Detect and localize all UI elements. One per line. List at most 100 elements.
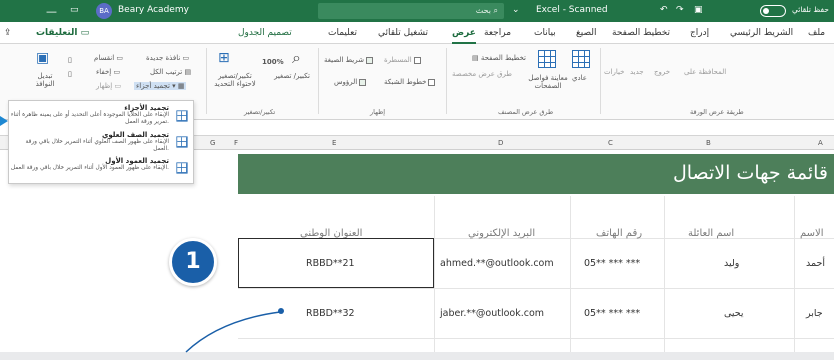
ribbon-divider (446, 48, 447, 114)
zoom-100-button[interactable]: 100% (262, 58, 284, 66)
sync-scroll-icon[interactable]: ▯ (68, 56, 72, 64)
restore-icon[interactable]: ▭ (70, 5, 79, 15)
tab-automate[interactable]: تشغيل تلقائي (378, 28, 428, 38)
switch-windows-button[interactable]: تبديل النوافذ (30, 72, 60, 88)
freeze-panes-icon (176, 110, 188, 122)
column-header[interactable]: D (498, 139, 503, 147)
column-header[interactable]: B (706, 139, 711, 147)
file-name: Excel - Scanned (536, 5, 608, 15)
cell-email[interactable]: jaber.**@outlook.com (440, 308, 544, 319)
switch-windows-icon[interactable]: ▣ (36, 50, 49, 66)
cell-last-name[interactable]: وليد (724, 258, 739, 269)
ribbon-divider (206, 48, 207, 114)
tab-insert[interactable]: إدراج (690, 28, 709, 38)
show-group-label: إظهار (370, 108, 386, 116)
cell-phone[interactable]: 05** *** *** (584, 308, 640, 319)
ribbon-tabs: ملف الشريط الرئيسي إدراج تخطيط الصفحة ال… (0, 22, 834, 44)
grid-line (664, 196, 665, 352)
keep-view-button[interactable]: المحافظة على (684, 68, 726, 76)
grid-line (238, 288, 834, 289)
header-phone: رقم الهاتف (596, 228, 643, 239)
sheet-view-group-label: طريقة عرض الورقة (690, 108, 744, 116)
grid-line (434, 196, 435, 352)
sheet-title: قائمة جهات الاتصال (672, 162, 828, 184)
grid-line (570, 196, 571, 352)
custom-views-button[interactable]: طرق عرض مخصصة (452, 70, 512, 78)
account-name: Beary Academy (118, 5, 189, 15)
menu-item-freeze-panes[interactable]: تجميد الأجزاء الإبقاء على الخلايا الموجو… (9, 104, 169, 126)
tab-formulas[interactable]: الصيغ (576, 28, 597, 38)
chevron-down-icon[interactable]: ⌄ (512, 5, 520, 15)
zoom-button[interactable]: تكبير/ تصغير (272, 72, 312, 80)
arrange-all-button[interactable]: ترتيب الكل ▤ (150, 68, 191, 76)
tab-home[interactable]: الشريط الرئيسي (730, 28, 793, 38)
hide-button[interactable]: إخفاء ▭ (96, 68, 120, 76)
view-options-button[interactable]: خيارات (604, 68, 625, 76)
minimize-icon[interactable]: — (46, 5, 57, 18)
split-button[interactable]: انقسام ▭ (94, 54, 123, 62)
sheet-title-banner: قائمة جهات الاتصال (238, 154, 834, 194)
autosave-toggle[interactable] (760, 5, 786, 17)
page-break-icon[interactable] (538, 50, 556, 68)
search-input[interactable]: بحث ⌕ (318, 3, 504, 19)
ribbon-divider (600, 48, 601, 114)
freeze-first-column-icon (176, 162, 188, 174)
grid-line (794, 196, 795, 352)
cell-national-address[interactable]: RBBD**32 (306, 308, 355, 319)
zoom-selection-button[interactable]: تكبير/تصغير لاحتواء التحديد (210, 72, 260, 88)
cell-email[interactable]: ahmed.**@outlook.com (440, 258, 554, 269)
tab-file[interactable]: ملف (808, 28, 825, 38)
tab-help[interactable]: تعليمات (328, 28, 357, 38)
header-email: البريد الإلكتروني (468, 228, 536, 239)
cell-phone[interactable]: 05** *** *** (584, 258, 640, 269)
freeze-panes-menu: تجميد الأجزاء الإبقاء على الخلايا الموجو… (8, 100, 194, 184)
side-by-side-icon[interactable]: ▯ (68, 70, 72, 78)
excel-window: — ▭ BA Beary Academy بحث ⌕ ⌄ Excel - Sca… (0, 0, 834, 352)
new-view-button[interactable]: جديد (630, 68, 644, 76)
unhide-button[interactable]: إظهار ▭ (96, 82, 121, 90)
freeze-top-row-icon (176, 136, 188, 148)
column-header[interactable]: F (234, 139, 238, 147)
cell-first-name[interactable]: جابر (806, 308, 823, 319)
comments-button[interactable]: التعليقات ▭ (36, 28, 89, 38)
page-layout-button[interactable]: ▤ تخطيط الصفحة (472, 54, 526, 62)
gridlines-checkbox[interactable]: خطوط الشبكة (384, 78, 436, 86)
autosave-label: حفظ تلقائي (792, 5, 829, 14)
tab-view[interactable]: عرض (452, 28, 476, 44)
step-badge: 1 (169, 238, 217, 286)
avatar[interactable]: BA (96, 3, 112, 19)
page-break-preview-button[interactable]: معاينة فواصل الصفحات (520, 74, 576, 90)
zoom-selection-icon[interactable]: ⊞ (218, 50, 230, 66)
column-header[interactable]: G (210, 139, 215, 147)
menu-item-freeze-first-column[interactable]: تجميد العمود الأول الإبقاء على ظهور العم… (9, 157, 169, 172)
headings-checkbox[interactable]: الرؤوس (334, 78, 367, 86)
column-header[interactable]: A (818, 139, 823, 147)
column-header[interactable]: C (608, 139, 613, 147)
cell-first-name[interactable]: أحمد (806, 258, 825, 269)
formula-bar-checkbox[interactable]: شريط الصيغة (324, 56, 373, 64)
zoom-group-label: تكبير/تصغير (244, 108, 276, 116)
cell-last-name[interactable]: يحيى (724, 308, 744, 319)
freeze-panes-button[interactable]: تجميد أجزاء ▾ ▦ (134, 82, 187, 90)
zoom-icon[interactable]: ⌕ (292, 48, 301, 68)
ribbon-divider (318, 48, 319, 114)
exit-view-button[interactable]: خروج (654, 68, 670, 76)
header-last-name: اسم العائلة (688, 228, 735, 239)
selected-cell[interactable] (238, 238, 434, 288)
new-window-button[interactable]: نافذة جديدة ▭ (146, 54, 189, 62)
tab-page-layout[interactable]: تخطيط الصفحة (612, 28, 670, 38)
redo-icon[interactable]: ↷ (676, 5, 684, 15)
title-bar: — ▭ BA Beary Academy بحث ⌕ ⌄ Excel - Sca… (0, 0, 834, 22)
save-icon[interactable]: ▣ (694, 5, 703, 15)
workbook-views-group-label: طرق عرض المصنف (498, 108, 554, 116)
tab-data[interactable]: بيانات (534, 28, 556, 38)
menu-item-freeze-top-row[interactable]: تجميد الصف العلوي الإبقاء على ظهور الصف … (9, 131, 169, 153)
tab-table-design[interactable]: تصميم الجدول (238, 28, 292, 38)
header-first-name: الاسم (800, 228, 824, 239)
ruler-checkbox[interactable]: المسطرة (384, 56, 421, 64)
column-header[interactable]: E (332, 139, 336, 147)
undo-icon[interactable]: ↶ (660, 5, 668, 15)
share-icon[interactable]: ⇪ (4, 28, 12, 38)
normal-view-icon[interactable] (572, 50, 590, 68)
tab-review[interactable]: مراجعة (484, 28, 511, 38)
